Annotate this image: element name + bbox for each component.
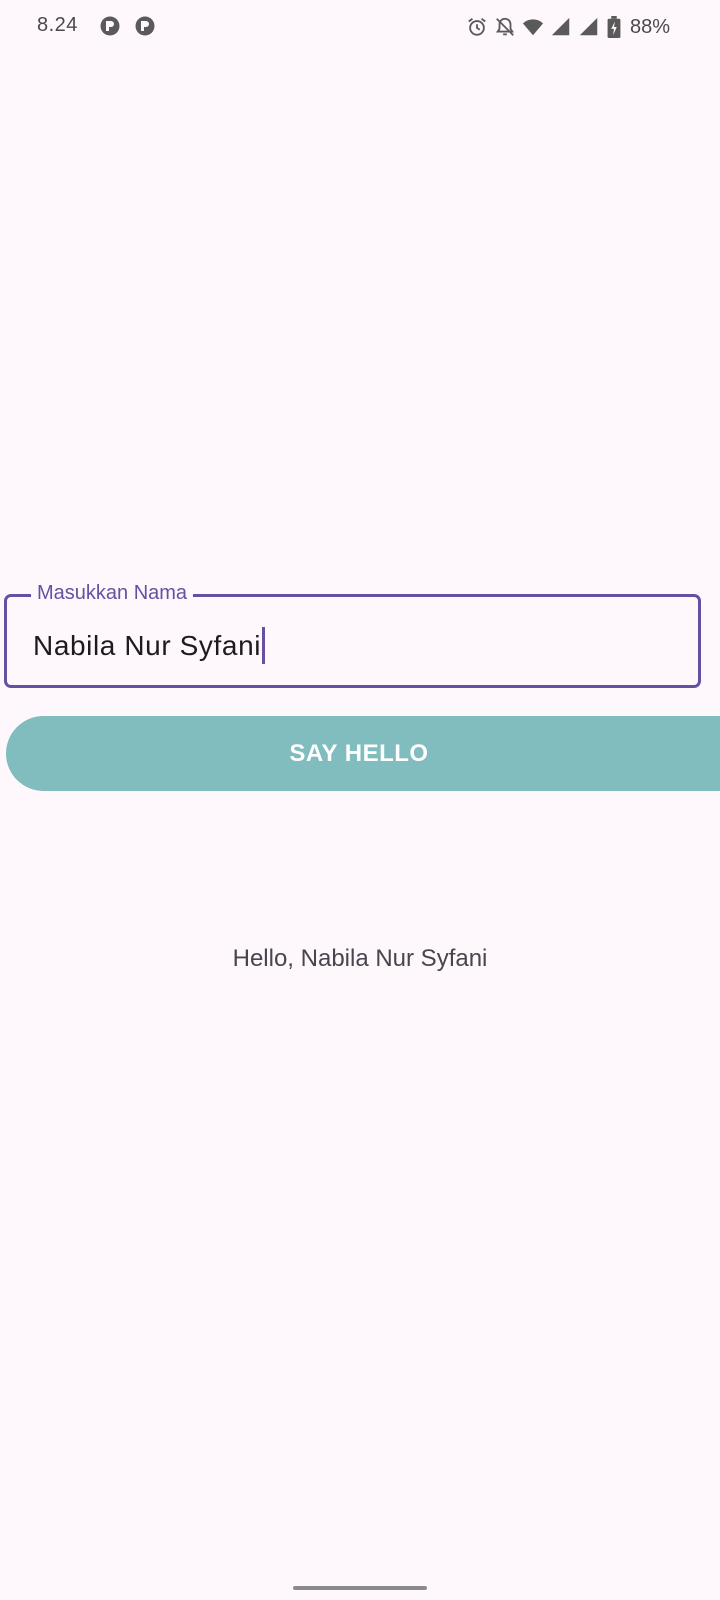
- battery-charging-icon: [607, 16, 621, 38]
- alarm-icon: [468, 18, 486, 36]
- say-hello-button-label: SAY HELLO: [289, 739, 429, 767]
- wifi-icon: [522, 19, 544, 36]
- status-bar: 8.24 88%: [0, 0, 720, 56]
- signal-icon: [551, 17, 570, 36]
- name-input-value-wrapper[interactable]: Nabila Nur Syfani: [33, 627, 266, 664]
- name-input-field[interactable]: Masukkan Nama Nabila Nur Syfani: [4, 581, 701, 688]
- notification-app-icon: [100, 16, 120, 36]
- notification-app-icon: [135, 16, 155, 36]
- notifications-off-icon: [495, 17, 515, 36]
- status-icons: 88%: [466, 14, 720, 40]
- name-input-label: Masukkan Nama: [31, 581, 194, 605]
- say-hello-button[interactable]: SAY HELLO: [6, 716, 720, 791]
- greeting-text: Hello, Nabila Nur Syfani: [232, 945, 488, 972]
- name-input-value[interactable]: Nabila Nur Syfani: [33, 629, 261, 663]
- text-cursor: [262, 627, 266, 664]
- battery-percent: 88%: [629, 15, 670, 38]
- signal-icon: [579, 17, 598, 36]
- navigation-handle[interactable]: [293, 1586, 427, 1590]
- status-time: 8.24: [37, 14, 78, 36]
